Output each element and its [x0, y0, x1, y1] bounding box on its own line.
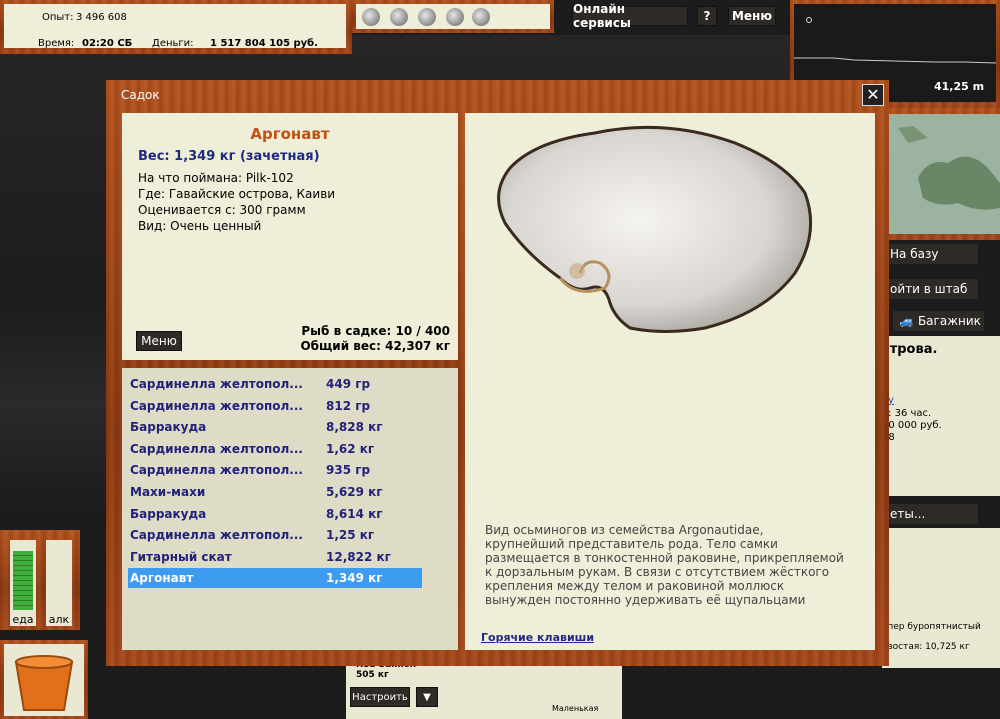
fish-list-name: Сардинелла желтопол... [130, 441, 303, 456]
keepnet-count: Рыб в садке: 10 / 400 [301, 324, 450, 338]
exp-label: Опыт: [42, 12, 74, 23]
lure-icon[interactable] [418, 8, 436, 26]
keepnet-dialog: Садок ✕ Аргонавт Вес: 1,349 кг (зачетная… [106, 80, 889, 666]
caught-where: Где: Гавайские острова, Каиви [138, 187, 336, 201]
fish-list-weight: 449 гр [326, 377, 371, 391]
lures-inner [356, 4, 550, 29]
catch-line-1: упер буропятнистый [882, 622, 981, 632]
menu-button[interactable]: Меню [728, 6, 776, 26]
location-title: строва. [882, 342, 938, 357]
location-line-1: к: 36 час. [882, 408, 932, 419]
food-meter-fill [13, 550, 33, 610]
lure-icon[interactable] [390, 8, 408, 26]
fish-list-row[interactable]: Сардинелла желтопол... 812 гр [128, 396, 422, 416]
exp-value: 3 496 608 [76, 12, 127, 23]
fish-list-row[interactable]: Аргонавт 1,349 кг [128, 568, 422, 589]
fish-list-row[interactable]: Сардинелла желтопол... 1,25 кг [128, 525, 422, 545]
tickets-button[interactable]: еты... [884, 504, 978, 524]
fish-weight-label: 505 кг [356, 670, 389, 680]
lure-icon[interactable] [472, 8, 490, 26]
keepnet-total-weight: Общий вес: 42,307 кг [300, 339, 450, 353]
trunk-label: Багажник [917, 314, 981, 328]
location-line-2: 00 000 руб. [882, 420, 942, 431]
fish-list-weight: 812 гр [326, 398, 371, 413]
fish-list-weight: 5,629 кг [326, 485, 383, 499]
location-panel: строва. ку к: 36 час. 00 000 руб. 18 [882, 336, 1000, 496]
setup-button[interactable]: Настроить [350, 687, 410, 707]
fish-list-weight: 12,822 кг [326, 549, 391, 564]
dropdown-icon[interactable]: ▼ [416, 687, 438, 707]
hotkeys-link[interactable]: Горячие клавиши [481, 631, 594, 644]
header-bar: Онлайн сервисы ? Меню [554, 0, 790, 33]
fish-list-name: Аргонавт [130, 571, 194, 586]
fish-list: Сардинелла желтопол... 449 гр Сардинелла ж… [122, 368, 458, 650]
go-to-base-button[interactable]: На базу [884, 244, 978, 264]
food-meter: еда [10, 540, 36, 626]
map-panel [888, 108, 1000, 240]
fish-list-weight: 8,828 кг [326, 420, 383, 435]
rated-from: Оценивается с: 300 грамм [138, 203, 306, 217]
fish-list-row[interactable]: Сардинелла желтопол... 1,62 кг [128, 439, 422, 459]
fish-list-name: Сардинелла желтопол... [130, 398, 303, 413]
fish-kind: Вид: Очень ценный [138, 219, 262, 233]
catch-panel: упер буропятнистый хвостая: 10,725 кг [882, 528, 1000, 668]
argonaut-shell-icon [497, 125, 813, 333]
fish-list-name: Сардинелла желтопол... [130, 463, 303, 478]
bucket-panel [0, 640, 88, 719]
fish-list-weight: 935 гр [326, 463, 371, 478]
fish-list-row[interactable]: Сардинелла желтопол... 935 гр [128, 460, 422, 480]
fish-list-name: Сардинелла желтопол... [130, 377, 303, 391]
fish-list-weight: 1,25 кг [326, 528, 375, 543]
dialog-title: Садок [121, 88, 160, 102]
fish-list-name: Махи-махи [130, 485, 206, 499]
dialog-titlebar: Садок ✕ [106, 80, 889, 108]
fish-list-weight: 8,614 кг [326, 506, 383, 521]
fish-list-name: Сардинелла желтопол... [130, 528, 303, 543]
trunk-button[interactable]: 🚙 Багажник [893, 311, 984, 331]
alc-meter: алк [46, 540, 72, 626]
fish-list-row[interactable]: Барракуда 8,614 кг [128, 504, 422, 524]
fish-weight: Вес: 1,349 кг (зачетная) [138, 149, 320, 164]
map-icon[interactable] [888, 108, 1000, 240]
fish-list-weight: 1,349 кг [326, 571, 383, 586]
depth-value: 41,25 m [934, 80, 985, 93]
fish-list-name: Барракуда [130, 420, 207, 435]
bucket-icon[interactable] [0, 640, 88, 719]
small-label: Маленькая [552, 704, 599, 713]
money-label: Деньги: [152, 38, 194, 49]
player-stats-panel: Опыт: 3 496 608 Время: 02:20 СБ Деньги: … [0, 0, 352, 54]
fish-list-weight: 1,62 кг [326, 441, 375, 456]
lure-icon[interactable] [362, 8, 380, 26]
money-value: 1 517 804 105 руб. [210, 38, 318, 49]
fish-description: Вид осьминогов из семейства Argonautidae… [485, 523, 844, 607]
time-value: 02:20 СБ [82, 38, 133, 49]
fish-title: Аргонавт [250, 125, 330, 143]
fish-detail-panel: Вид осьминогов из семейства Argonautidae… [465, 113, 875, 650]
online-services-button[interactable]: Онлайн сервисы [572, 2, 688, 30]
fish-info-panel: Аргонавт Вес: 1,349 кг (зачетная) На что… [122, 113, 458, 360]
lure-icon[interactable] [446, 8, 464, 26]
caught-on: На что поймана: Pilk-102 [138, 171, 294, 185]
fish-list-row[interactable]: Махи-махи 5,629 кг [128, 482, 422, 502]
catch-line-2: хвостая: 10,725 кг [882, 642, 970, 652]
close-icon[interactable]: ✕ [862, 84, 884, 106]
car-icon: 🚙 [899, 314, 914, 328]
fish-list-name: Барракуда [130, 506, 207, 521]
food-label: еда [12, 613, 34, 626]
fish-list-row[interactable]: Гитарный скат 12,822 кг [128, 547, 422, 567]
player-stats-inner: Опыт: 3 496 608 Время: 02:20 СБ Деньги: … [4, 4, 346, 49]
fish-menu-button[interactable]: Меню [136, 331, 182, 351]
fish-list-row[interactable]: Сардинелла желтопол... 449 гр [128, 374, 422, 394]
meters-panel: еда алк [0, 530, 80, 630]
fish-list-row[interactable]: Барракуда 8,828 кг [128, 417, 422, 437]
lures-bar [352, 0, 554, 33]
help-button[interactable]: ? [697, 6, 717, 26]
go-to-hq-button[interactable]: ойти в штаб [884, 279, 978, 299]
tackle-strip: Red Salmon 505 кг Настроить ▼ Маленькая [346, 660, 622, 719]
fish-list-name: Гитарный скат [130, 549, 232, 564]
alc-label: алк [48, 613, 70, 626]
time-label: Время: [38, 38, 75, 49]
